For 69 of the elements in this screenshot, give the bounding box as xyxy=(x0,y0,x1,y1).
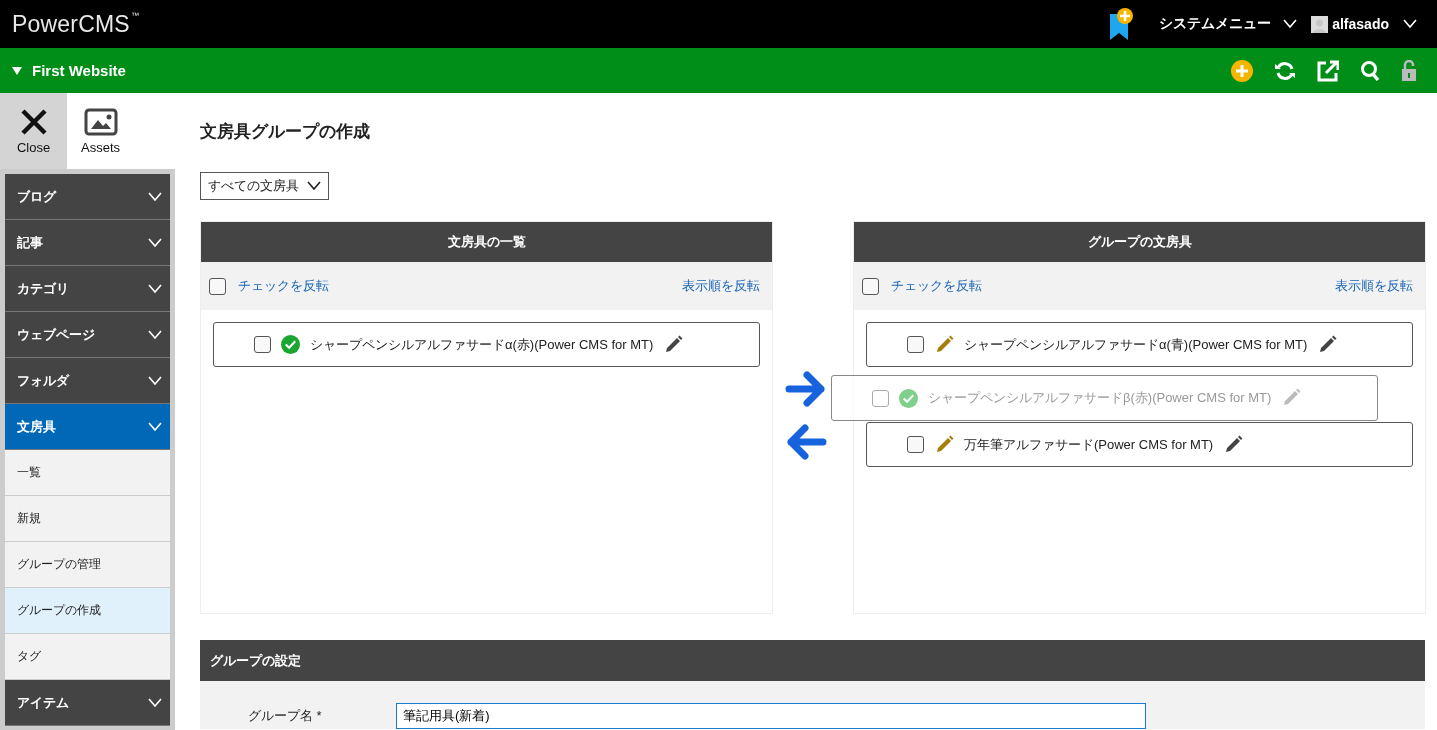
plus-circle-icon[interactable] xyxy=(1231,59,1253,82)
entry-item[interactable]: シャープペンシルアルファサードα(赤)(Power CMS for MT) xyxy=(213,322,760,367)
pencil-icon xyxy=(934,434,954,455)
entry-item[interactable]: 万年筆アルファサード(Power CMS for MT) xyxy=(866,422,1413,467)
entry-title: 万年筆アルファサード(Power CMS for MT) xyxy=(964,435,1214,454)
sidebar-subitem[interactable]: 新規 xyxy=(5,496,170,542)
sidebar-menu-item[interactable]: アイテム xyxy=(5,680,170,726)
sidebar-menu-item[interactable]: カテゴリ xyxy=(5,266,170,312)
entry-item[interactable]: シャープペンシルアルファサードα(青)(Power CMS for MT) xyxy=(866,322,1413,367)
section-header: グループの設定 xyxy=(200,640,1425,681)
checkbox[interactable] xyxy=(907,436,924,453)
sidebar-subitem[interactable]: グループの作成 xyxy=(5,588,170,634)
chevron-down-icon xyxy=(148,697,162,708)
caret-down-icon xyxy=(12,66,22,75)
check-circle-icon xyxy=(281,335,300,354)
sidebar-tab[interactable]: Close xyxy=(0,93,67,169)
sidebar-menu-item[interactable]: ウェブページ xyxy=(5,312,170,358)
chevron-down-icon xyxy=(148,237,162,248)
external-link-icon[interactable] xyxy=(1317,59,1339,82)
chevron-down-icon xyxy=(148,283,162,294)
pencil-icon xyxy=(934,334,954,355)
page-title: 文房具グループの作成 xyxy=(200,121,371,143)
checkbox[interactable] xyxy=(862,277,879,295)
sidebar-subitem[interactable]: 一覧 xyxy=(5,450,170,496)
field-label: グループ名 * xyxy=(247,707,323,725)
edit-icon[interactable] xyxy=(1223,434,1244,455)
checkbox[interactable] xyxy=(209,277,226,295)
user-menu[interactable]: alfasado xyxy=(1311,15,1417,33)
chevron-down-icon xyxy=(1283,19,1298,29)
chevron-down-icon xyxy=(1403,19,1417,29)
sidebar-menu-item[interactable]: フォルダ xyxy=(5,358,170,404)
chevron-down-icon xyxy=(148,329,162,340)
checkbox[interactable] xyxy=(907,336,924,353)
checkbox[interactable] xyxy=(872,389,889,407)
edit-icon[interactable] xyxy=(1317,334,1338,355)
sidebar-subitem[interactable]: グループの管理 xyxy=(5,542,170,588)
sidebar-menu-item[interactable]: 記事 xyxy=(5,220,170,266)
logo[interactable]: PowerCMS™ xyxy=(12,10,140,38)
chevron-down-icon xyxy=(148,191,162,202)
reverse-order-link[interactable]: 表示順を反転 xyxy=(682,277,760,295)
sidebar-menu-item[interactable]: 文房具 xyxy=(5,404,170,450)
bookmark-plus-icon[interactable] xyxy=(1109,8,1136,40)
check-circle-icon xyxy=(899,388,918,408)
invert-check-link[interactable]: チェックを反転 xyxy=(238,277,329,295)
refresh-icon[interactable] xyxy=(1274,59,1296,82)
system-menu[interactable]: システムメニュー xyxy=(1159,15,1298,33)
avatar-icon xyxy=(1311,15,1329,33)
panel-header: グループの文房具 xyxy=(854,222,1425,262)
search-icon[interactable] xyxy=(1360,59,1380,82)
entry-title: シャープペンシルアルファサードα(青)(Power CMS for MT) xyxy=(964,335,1308,354)
entry-title: シャープペンシルアルファサードα(赤)(Power CMS for MT) xyxy=(310,335,654,354)
chevron-down-icon xyxy=(148,421,162,432)
site-menu[interactable]: First Website xyxy=(12,62,126,79)
checkbox[interactable] xyxy=(254,336,271,353)
move-right-button[interactable] xyxy=(785,371,827,407)
sidebar-subitem[interactable]: タグ xyxy=(5,634,170,680)
edit-icon[interactable] xyxy=(663,334,684,355)
sidebar-menu-item[interactable]: ブログ xyxy=(5,174,170,220)
chevron-down-icon xyxy=(148,375,162,386)
chevron-down-icon xyxy=(307,181,321,191)
invert-check-link[interactable]: チェックを反転 xyxy=(891,277,982,295)
close-icon xyxy=(19,107,48,136)
filter-dropdown[interactable]: すべての文房具 xyxy=(200,172,329,200)
input-field[interactable]: 筆記用具(新着) xyxy=(396,703,1146,729)
reverse-order-link[interactable]: 表示順を反転 xyxy=(1335,277,1413,295)
move-left-button[interactable] xyxy=(785,424,827,460)
image-icon xyxy=(83,107,118,136)
panel-header: 文房具の一覧 xyxy=(201,222,772,262)
entry-title: シャープペンシルアルファサードβ(赤)(Power CMS for MT) xyxy=(928,389,1272,407)
